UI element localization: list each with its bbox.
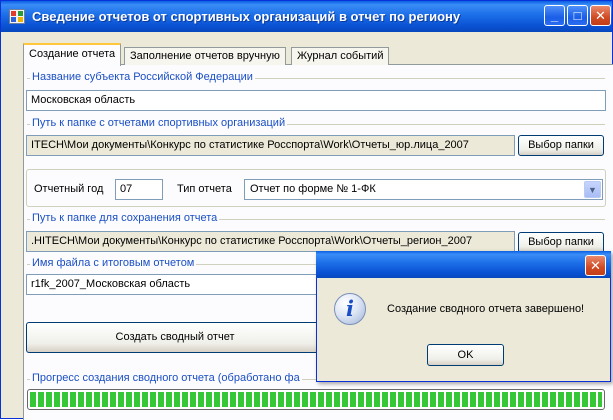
progress-fill [30, 392, 602, 407]
save-folder-group-label: Путь к папке для сохранения отчета [30, 212, 220, 224]
progress-bar [27, 389, 605, 410]
minimize-icon: _ [550, 8, 559, 23]
report-type-label: Тип отчета [177, 183, 232, 195]
subject-input[interactable]: Московская область [26, 90, 606, 111]
chevron-down-icon[interactable]: ▼ [584, 181, 601, 198]
result-file-input[interactable]: r1fk_2007_Московская область [26, 274, 356, 295]
report-type-value: Отчет по форме № 1-ФК [250, 183, 376, 195]
progress-label: Прогресс создания сводного отчета (обраб… [30, 372, 302, 384]
source-folder-browse-button[interactable]: Выбор папки [518, 135, 604, 156]
create-report-button[interactable]: Создать сводный отчет [26, 322, 324, 353]
tab-event-log[interactable]: Журнал событий [291, 47, 390, 65]
completion-dialog: ✕ i Создание сводного отчета завершено! … [316, 251, 611, 382]
maximize-icon: □ [573, 8, 582, 23]
ok-button[interactable]: OK [427, 344, 504, 366]
dialog-message: Создание сводного отчета завершено! [387, 303, 585, 315]
info-icon: i [334, 293, 366, 325]
year-input[interactable]: 07 [115, 179, 163, 200]
close-icon: ✕ [595, 8, 606, 23]
report-type-select[interactable]: Отчет по форме № 1-ФК ▼ [244, 179, 603, 200]
title-bar[interactable]: Сведение отчетов от спортивных организац… [1, 1, 612, 32]
close-icon: ✕ [590, 258, 601, 273]
subject-group-label: Название субъекта Российской Федерации [30, 71, 255, 83]
source-folder-path[interactable]: ITECH\Мои документы\Конкурс по статистик… [26, 135, 515, 156]
save-folder-browse-button[interactable]: Выбор папки [518, 232, 604, 253]
window-title: Сведение отчетов от спортивных организац… [32, 9, 461, 24]
close-button[interactable]: ✕ [590, 5, 611, 26]
year-label: Отчетный год [34, 183, 104, 195]
tab-manual-fill[interactable]: Заполнение отчетов вручную [124, 47, 286, 65]
source-folder-group-label: Путь к папке с отчетами спортивных орган… [30, 117, 288, 129]
minimize-button[interactable]: _ [544, 5, 565, 26]
app-icon [9, 9, 25, 24]
dialog-close-button[interactable]: ✕ [585, 255, 606, 276]
dialog-title-bar[interactable]: ✕ [316, 251, 611, 278]
save-folder-path[interactable]: .HITECH\Мои документы\Конкурс по статист… [26, 231, 515, 252]
tab-create-report[interactable]: Создание отчета [23, 43, 122, 66]
maximize-button[interactable]: □ [567, 5, 588, 26]
result-file-group-label: Имя файла с итоговым отчетом [30, 257, 197, 269]
